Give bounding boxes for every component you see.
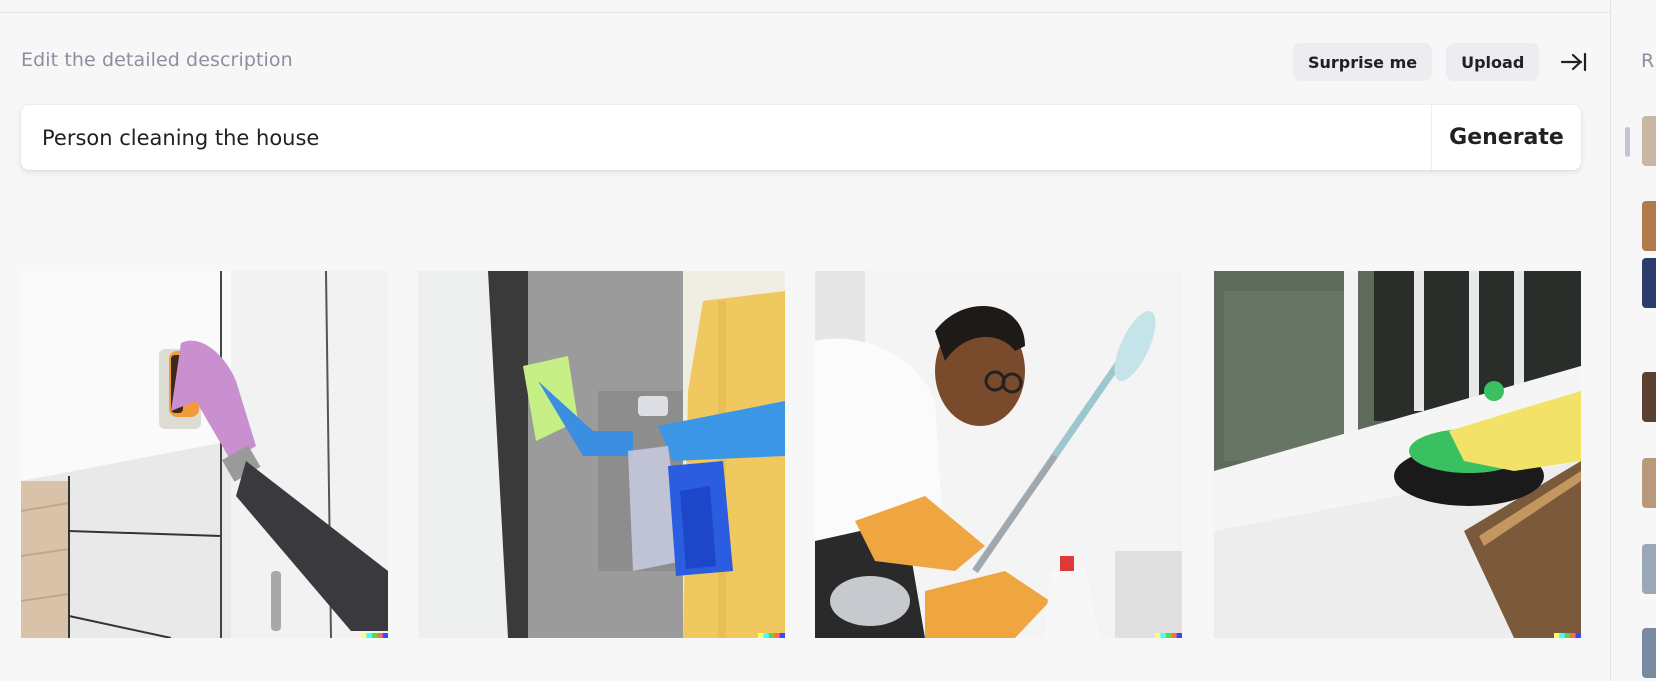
watermark-swatch (1165, 633, 1172, 638)
watermark-swatch (382, 633, 388, 638)
upload-button[interactable]: Upload (1446, 43, 1540, 81)
description-label: Edit the detailed description (21, 49, 293, 71)
watermark-swatch (1564, 633, 1571, 638)
history-thumb[interactable] (1642, 116, 1656, 166)
watermark-swatch (1575, 633, 1581, 638)
watermark-swatch (779, 633, 785, 638)
watermark-swatch (377, 633, 383, 638)
top-actions: Surprise me Upload (1293, 43, 1589, 81)
arrow-right-to-line-icon (1561, 52, 1587, 72)
history-thumb[interactable] (1642, 628, 1656, 678)
watermark-swatch (1155, 633, 1161, 638)
history-thumb[interactable] (1642, 201, 1656, 251)
watermark-swatch (774, 633, 780, 638)
history-thumb[interactable] (1642, 372, 1656, 422)
watermark-swatch (1554, 633, 1560, 638)
watermark-swatch (758, 633, 764, 638)
main-panel: Edit the detailed description Surprise m… (0, 0, 1610, 681)
watermark-swatch (361, 633, 367, 638)
generated-image-2[interactable] (418, 271, 785, 638)
sidebar-scrollbar[interactable] (1625, 127, 1630, 157)
watermark-swatch (1559, 633, 1565, 638)
watermark-swatch (1160, 633, 1166, 638)
watermark-swatch (1171, 633, 1177, 638)
image-gallery (21, 271, 1581, 638)
watermark-swatch (366, 633, 372, 638)
generated-image-4[interactable] (1214, 271, 1581, 638)
collapse-sidebar-button[interactable] (1559, 47, 1589, 77)
history-thumb[interactable] (1642, 544, 1656, 594)
prompt-bar: Person cleaning the house Generate (21, 105, 1581, 170)
watermark-swatch (768, 633, 775, 638)
surprise-me-button[interactable]: Surprise me (1293, 43, 1433, 81)
prompt-input[interactable]: Person cleaning the house (21, 105, 1431, 170)
sidebar-title: R (1641, 50, 1655, 72)
history-sidebar: R (1610, 0, 1656, 681)
generate-button[interactable]: Generate (1431, 105, 1581, 170)
watermark-swatch (1176, 633, 1182, 638)
watermark-swatch (1570, 633, 1576, 638)
watermark-swatch (763, 633, 769, 638)
watermark-swatch (371, 633, 378, 638)
history-thumb[interactable] (1642, 458, 1656, 508)
generated-image-1[interactable] (21, 271, 388, 638)
generated-image-3[interactable] (815, 271, 1182, 638)
history-thumb[interactable] (1642, 258, 1656, 308)
